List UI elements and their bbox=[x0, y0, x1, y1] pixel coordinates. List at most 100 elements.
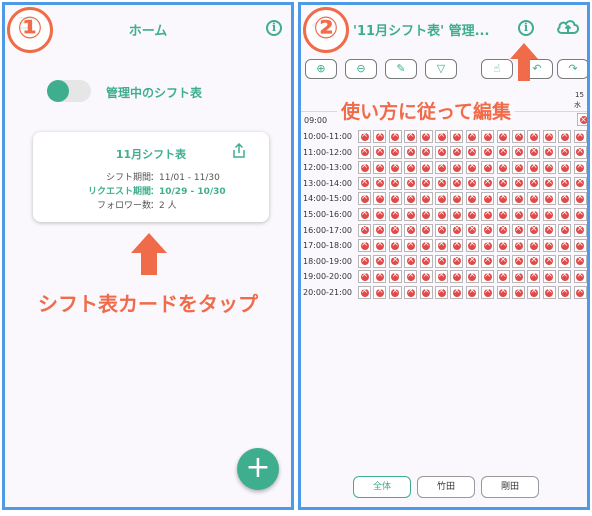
grid-cell[interactable] bbox=[450, 191, 464, 206]
grid-cell[interactable] bbox=[558, 269, 572, 284]
grid-cell[interactable] bbox=[358, 269, 371, 284]
grid-cell[interactable] bbox=[512, 285, 525, 299]
grid-cell[interactable] bbox=[358, 176, 371, 190]
grid-cell[interactable] bbox=[358, 223, 371, 237]
grid-cell[interactable] bbox=[542, 254, 556, 268]
grid-cell[interactable] bbox=[496, 269, 510, 284]
shift-table-card[interactable]: 11月シフト表 シフト期間 ：11/01 - 11/30 リクエスト期間 ：10… bbox=[33, 132, 269, 222]
grid-cell[interactable] bbox=[481, 129, 495, 143]
grid-cell[interactable] bbox=[527, 238, 541, 253]
grid-cell[interactable] bbox=[465, 176, 479, 190]
grid-cell[interactable] bbox=[435, 176, 448, 190]
grid-cell[interactable] bbox=[450, 160, 464, 175]
grid-cell[interactable] bbox=[496, 254, 510, 268]
grid-cell[interactable] bbox=[358, 207, 371, 221]
touch-mode-button[interactable]: ☝ bbox=[481, 59, 513, 79]
grid-cell[interactable] bbox=[388, 269, 402, 284]
filter-button[interactable]: ▽ bbox=[425, 59, 457, 79]
grid-cell[interactable] bbox=[481, 285, 495, 299]
grid-cell[interactable] bbox=[573, 176, 587, 190]
grid-cell[interactable] bbox=[404, 254, 418, 268]
grid-cell[interactable] bbox=[481, 145, 495, 159]
grid-cell[interactable] bbox=[388, 285, 402, 299]
grid-cell[interactable] bbox=[404, 207, 418, 221]
grid-cell[interactable] bbox=[558, 160, 572, 175]
grid-cell[interactable] bbox=[527, 285, 541, 299]
grid-cell[interactable] bbox=[527, 269, 541, 284]
grid-cell[interactable] bbox=[542, 238, 556, 253]
grid-cell[interactable] bbox=[373, 176, 387, 190]
grid-cell[interactable] bbox=[450, 254, 464, 268]
grid-cell[interactable] bbox=[419, 207, 433, 221]
grid-cell[interactable] bbox=[419, 129, 433, 143]
redo-button[interactable]: ↷ bbox=[557, 59, 587, 79]
grid-cell[interactable] bbox=[358, 191, 371, 206]
grid-cell[interactable] bbox=[358, 160, 371, 175]
grid-cell[interactable] bbox=[419, 160, 433, 175]
grid-cell[interactable] bbox=[358, 238, 371, 253]
grid-cell[interactable] bbox=[450, 145, 464, 159]
grid-cell[interactable] bbox=[496, 176, 510, 190]
grid-cell[interactable] bbox=[496, 238, 510, 253]
grid-cell[interactable] bbox=[542, 176, 556, 190]
grid-cell[interactable] bbox=[527, 145, 541, 159]
grid-cell[interactable] bbox=[542, 269, 556, 284]
cloud-upload-icon[interactable] bbox=[556, 17, 580, 41]
grid-cell[interactable] bbox=[573, 129, 587, 143]
grid-cell[interactable] bbox=[481, 176, 495, 190]
grid-cell[interactable] bbox=[358, 145, 371, 159]
grid-cell[interactable] bbox=[419, 238, 433, 253]
grid-cell[interactable] bbox=[542, 191, 556, 206]
grid-cell[interactable] bbox=[404, 145, 418, 159]
grid-cell[interactable] bbox=[450, 207, 464, 221]
grid-cell[interactable] bbox=[558, 238, 572, 253]
grid-cell[interactable] bbox=[481, 238, 495, 253]
grid-cell[interactable] bbox=[527, 129, 541, 143]
zoom-in-button[interactable]: ⊕ bbox=[305, 59, 337, 79]
grid-cell[interactable] bbox=[512, 223, 525, 237]
grid-cell[interactable] bbox=[358, 285, 371, 299]
grid-cell[interactable] bbox=[373, 207, 387, 221]
grid-cell[interactable] bbox=[481, 160, 495, 175]
grid-cell[interactable] bbox=[573, 191, 587, 206]
grid-cell[interactable] bbox=[542, 145, 556, 159]
grid-cell[interactable] bbox=[373, 285, 387, 299]
grid-cell[interactable] bbox=[419, 176, 433, 190]
grid-cell[interactable] bbox=[435, 145, 448, 159]
grid-cell[interactable] bbox=[527, 254, 541, 268]
grid-cell[interactable] bbox=[558, 145, 572, 159]
grid-cell[interactable] bbox=[419, 269, 433, 284]
grid-cell[interactable] bbox=[388, 254, 402, 268]
grid-cell[interactable] bbox=[388, 191, 402, 206]
grid-cell[interactable] bbox=[450, 223, 464, 237]
grid-cell[interactable] bbox=[404, 191, 418, 206]
info-icon[interactable]: i bbox=[266, 20, 282, 36]
grid-cell[interactable] bbox=[573, 145, 587, 159]
grid-cell[interactable] bbox=[419, 145, 433, 159]
grid-cell[interactable] bbox=[573, 285, 587, 299]
grid-cell[interactable] bbox=[373, 129, 387, 143]
grid-cell[interactable] bbox=[465, 254, 479, 268]
grid-cell[interactable] bbox=[465, 207, 479, 221]
grid-cell[interactable]: × bbox=[577, 113, 587, 126]
grid-cell[interactable] bbox=[527, 223, 541, 237]
grid-cell[interactable] bbox=[450, 129, 464, 143]
grid-cell[interactable] bbox=[373, 223, 387, 237]
grid-cell[interactable] bbox=[573, 269, 587, 284]
grid-cell[interactable] bbox=[481, 269, 495, 284]
grid-cell[interactable] bbox=[465, 238, 479, 253]
grid-cell[interactable] bbox=[512, 269, 525, 284]
grid-cell[interactable] bbox=[404, 129, 418, 143]
grid-cell[interactable] bbox=[419, 223, 433, 237]
grid-cell[interactable] bbox=[573, 160, 587, 175]
grid-cell[interactable] bbox=[558, 285, 572, 299]
managing-toggle[interactable] bbox=[47, 80, 91, 102]
info-icon[interactable]: i bbox=[518, 20, 534, 36]
grid-cell[interactable] bbox=[558, 129, 572, 143]
grid-cell[interactable] bbox=[358, 254, 371, 268]
grid-cell[interactable] bbox=[373, 269, 387, 284]
grid-cell[interactable] bbox=[573, 207, 587, 221]
grid-cell[interactable] bbox=[388, 223, 402, 237]
grid-cell[interactable] bbox=[388, 129, 402, 143]
auto-fill-button[interactable]: ✎ bbox=[385, 59, 417, 79]
